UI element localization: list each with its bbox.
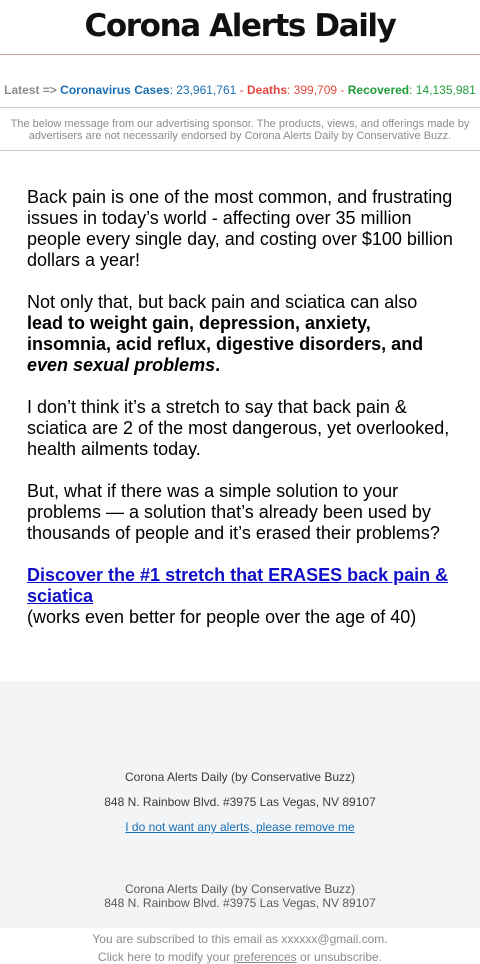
call-to-action: Discover the #1 stretch that ERASES back…: [27, 565, 453, 628]
stats-ticker: Latest => Coronavirus Cases: 23,961,761 …: [0, 83, 480, 97]
footer-company: Corona Alerts Daily (by Conservative Buz…: [124, 770, 356, 784]
subscription-email-line: You are subscribed to this email as xxxx…: [92, 932, 388, 946]
subscription-manage-line: Click here to modify your preferences or…: [0, 948, 480, 964]
remove-me-link[interactable]: I do not want any alerts, please remove …: [125, 820, 354, 834]
paragraph-2-bold: lead to weight gain, depression, anxiety…: [27, 313, 424, 354]
sponsor-disclaimer: The below message from our advertising s…: [0, 108, 480, 151]
ticker-recovered-value: 14,135,981: [415, 83, 476, 97]
ticker-deaths-value: 399,709: [293, 83, 338, 97]
unsubscribe-text: or unsubscribe.: [296, 950, 383, 964]
email-footer: Corona Alerts Daily (by Conservative Buz…: [0, 681, 480, 928]
footer-remove: I do not want any alerts, please remove …: [0, 820, 480, 834]
cta-note: (works even better for people over the a…: [27, 607, 417, 627]
ticker-latest-label: Latest =>: [4, 83, 57, 97]
ticker-deaths-colon: :: [287, 83, 294, 97]
footer-company-2: Corona Alerts Daily (by Conservative Buz…: [124, 882, 356, 896]
ticker-separator: -: [239, 83, 244, 97]
brand-logo: Corona Alerts Daily: [84, 8, 397, 44]
subscription-notice: You are subscribed to this email as xxxx…: [0, 930, 480, 964]
footer-address-2: 848 N. Rainbow Blvd. #3975 Las Vegas, NV…: [104, 896, 376, 910]
footer-company-block: Corona Alerts Daily (by Conservative Buz…: [0, 882, 480, 910]
paragraph-2-text: Not only that, but back pain and sciatic…: [27, 292, 418, 312]
paragraph-3: I don’t think it’s a stretch to say that…: [27, 397, 450, 459]
ticker-cases-label: Coronavirus Cases: [60, 83, 170, 97]
email-header: Corona Alerts Daily: [0, 0, 480, 55]
ticker-cases-value: 23,961,761: [176, 83, 237, 97]
subscription-text: Click here to modify your: [97, 950, 234, 964]
cta-link[interactable]: Discover the #1 stretch that ERASES back…: [27, 565, 448, 606]
ticker-deaths-label: Deaths: [246, 83, 287, 97]
article-body: Back pain is one of the most common, and…: [0, 151, 480, 628]
ticker-recovered-label: Recovered: [347, 83, 410, 97]
paragraph-2-end: .: [215, 355, 221, 375]
ticker-separator: -: [340, 83, 345, 97]
footer-address: 848 N. Rainbow Blvd. #3975 Las Vegas, NV…: [104, 795, 376, 809]
paragraph-4: But, what if there was a simple solution…: [27, 481, 440, 543]
paragraph-2-bold-italic: even sexual problems: [27, 355, 216, 375]
paragraph-2: Not only that, but back pain and sciatic…: [27, 292, 453, 376]
preferences-link[interactable]: preferences: [233, 950, 296, 964]
ticker-recovered-colon: :: [409, 83, 416, 97]
paragraph-1: Back pain is one of the most common, and…: [27, 187, 453, 270]
